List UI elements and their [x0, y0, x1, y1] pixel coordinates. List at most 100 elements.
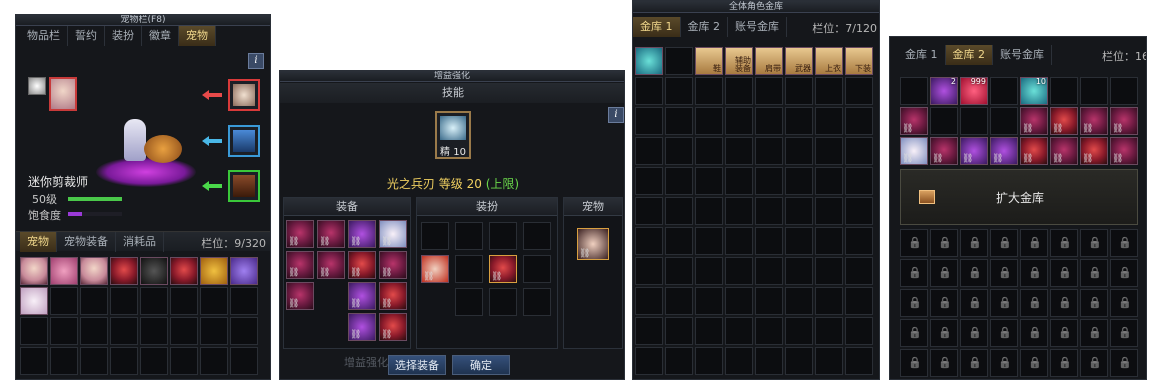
empty-slot[interactable]	[755, 197, 783, 225]
vault-item[interactable]	[635, 47, 663, 75]
tab-pet[interactable]: 宠物	[179, 26, 216, 46]
equipment-item[interactable]: ⛓	[317, 251, 345, 279]
empty-slot[interactable]	[990, 107, 1018, 135]
empty-slot[interactable]	[635, 77, 663, 105]
empty-slot[interactable]	[200, 347, 228, 375]
skill-icon-slot[interactable]: 精 10	[435, 111, 471, 159]
vault-item[interactable]: 10	[1020, 77, 1048, 105]
empty-slot[interactable]	[755, 257, 783, 285]
empty-slot[interactable]	[635, 287, 663, 315]
pet-slot-green[interactable]	[228, 170, 260, 202]
vault-scroll-item[interactable]: 辅助装备	[725, 47, 753, 75]
empty-slot[interactable]	[110, 347, 138, 375]
empty-slot[interactable]	[845, 167, 873, 195]
empty-slot[interactable]	[845, 227, 873, 255]
vault-item[interactable]: ⛓	[1110, 107, 1138, 135]
empty-slot[interactable]	[785, 257, 813, 285]
empty-slot[interactable]	[815, 347, 843, 375]
empty-slot[interactable]	[785, 137, 813, 165]
tab-emblem[interactable]: 徽章	[142, 26, 179, 46]
empty-slot[interactable]	[815, 107, 843, 135]
subtab-consumables[interactable]: 消耗品	[116, 232, 164, 252]
vault-item[interactable]: ⛓	[990, 137, 1018, 165]
empty-slot[interactable]	[665, 317, 693, 345]
vault-title-bar[interactable]: 全体角色金库	[633, 1, 879, 13]
equipment-item[interactable]: ⛓	[379, 220, 407, 248]
empty-slot[interactable]	[845, 77, 873, 105]
empty-slot[interactable]	[523, 255, 551, 283]
equipment-item[interactable]: ⛓	[348, 251, 376, 279]
empty-slot[interactable]	[635, 107, 663, 135]
empty-slot[interactable]	[695, 77, 723, 105]
equipment-item[interactable]: ⛓	[348, 282, 376, 310]
empty-slot[interactable]	[665, 227, 693, 255]
tab-vault-2[interactable]: 金库 2	[681, 17, 728, 37]
empty-slot[interactable]	[845, 197, 873, 225]
empty-slot[interactable]	[725, 257, 753, 285]
empty-slot[interactable]	[785, 287, 813, 315]
tab-avatar[interactable]: 装扮	[105, 26, 142, 46]
pet-item[interactable]	[170, 257, 198, 285]
empty-slot[interactable]	[170, 347, 198, 375]
pet-portrait-small[interactable]	[28, 77, 46, 95]
empty-slot[interactable]	[845, 317, 873, 345]
tab-account-vault[interactable]: 账号金库	[728, 17, 787, 37]
equipment-item[interactable]: ⛓	[379, 282, 407, 310]
tab-inventory[interactable]: 物品栏	[20, 26, 68, 46]
pet-item[interactable]	[50, 257, 78, 285]
equipment-item[interactable]: ⛓	[379, 251, 407, 279]
empty-slot[interactable]	[170, 287, 198, 315]
empty-slot[interactable]	[665, 47, 693, 75]
empty-slot[interactable]	[1080, 77, 1108, 105]
subtab-pet[interactable]: 宠物	[20, 232, 57, 252]
empty-slot[interactable]	[755, 137, 783, 165]
empty-slot[interactable]	[523, 222, 551, 250]
empty-slot[interactable]	[725, 347, 753, 375]
empty-slot[interactable]	[695, 107, 723, 135]
empty-slot[interactable]	[170, 317, 198, 345]
empty-slot[interactable]	[20, 347, 48, 375]
vault-scroll-item[interactable]: 武器	[785, 47, 813, 75]
empty-slot[interactable]	[785, 107, 813, 135]
empty-slot[interactable]	[665, 197, 693, 225]
empty-slot[interactable]	[900, 77, 928, 105]
empty-slot[interactable]	[230, 347, 258, 375]
empty-slot[interactable]	[695, 137, 723, 165]
pet-slot-blue[interactable]	[228, 125, 260, 157]
empty-slot[interactable]	[815, 197, 843, 225]
empty-slot[interactable]	[140, 317, 168, 345]
empty-slot[interactable]	[755, 227, 783, 255]
vault-scroll-item[interactable]: 下装	[845, 47, 873, 75]
select-equipment-button[interactable]: 选择装备	[388, 355, 446, 375]
empty-slot[interactable]	[695, 347, 723, 375]
empty-slot[interactable]	[1050, 77, 1078, 105]
expand-vault-button[interactable]: 扩大金库	[900, 169, 1138, 225]
tab-vault-1[interactable]: 金库 1	[898, 45, 946, 65]
empty-slot[interactable]	[695, 167, 723, 195]
equipment-item[interactable]: ⛓	[317, 220, 345, 248]
empty-slot[interactable]	[785, 197, 813, 225]
empty-slot[interactable]	[1110, 77, 1138, 105]
empty-slot[interactable]	[635, 257, 663, 285]
empty-slot[interactable]	[815, 317, 843, 345]
empty-slot[interactable]	[635, 347, 663, 375]
empty-slot[interactable]	[230, 287, 258, 315]
empty-slot[interactable]	[755, 317, 783, 345]
vault-item[interactable]: ⛓	[1050, 107, 1078, 135]
empty-slot[interactable]	[665, 287, 693, 315]
empty-slot[interactable]	[20, 317, 48, 345]
empty-slot[interactable]	[50, 287, 78, 315]
pet-item[interactable]	[20, 287, 48, 315]
empty-slot[interactable]	[50, 347, 78, 375]
vault-scroll-item[interactable]: 上衣	[815, 47, 843, 75]
empty-slot[interactable]	[230, 317, 258, 345]
pet-portrait-selected[interactable]	[49, 77, 77, 111]
vault-item[interactable]: 2	[930, 77, 958, 105]
empty-slot[interactable]	[665, 137, 693, 165]
empty-slot[interactable]	[725, 317, 753, 345]
pet-equip-item[interactable]: ⛓	[577, 228, 609, 260]
empty-slot[interactable]	[110, 317, 138, 345]
empty-slot[interactable]	[140, 347, 168, 375]
pet-item[interactable]	[80, 257, 108, 285]
empty-slot[interactable]	[755, 107, 783, 135]
